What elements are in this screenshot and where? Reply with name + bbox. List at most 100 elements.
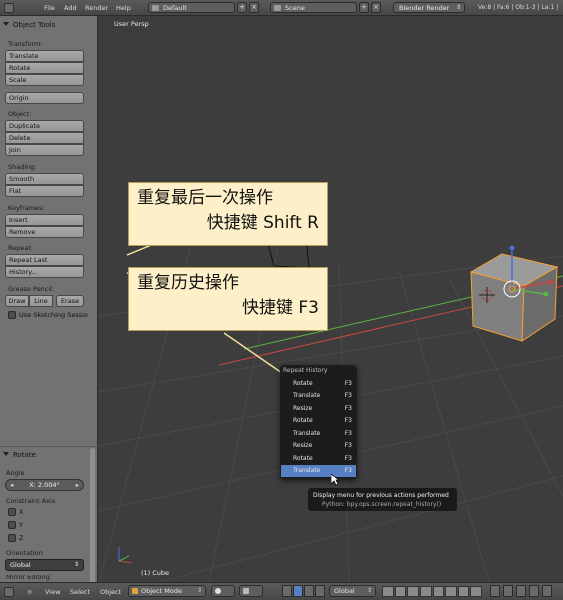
history-item[interactable]: Rotate F3 — [281, 415, 356, 427]
layer-button[interactable] — [432, 586, 445, 597]
panel-title: Object Tools — [13, 21, 56, 29]
translate-button[interactable]: Translate — [5, 50, 84, 62]
pivot-point-selector[interactable] — [239, 585, 263, 597]
grease-draw-button[interactable]: Draw — [5, 295, 29, 307]
remove-keyframe-button[interactable]: Remove — [5, 226, 84, 238]
orientation-select[interactable]: Global ⇕ — [5, 559, 84, 571]
join-button[interactable]: Join — [5, 144, 84, 156]
constraint-y-checkbox[interactable] — [8, 521, 16, 529]
history-item[interactable]: Translate F3 — [281, 390, 356, 402]
editor-type-icon[interactable] — [4, 3, 14, 13]
screen-layout-icon — [152, 5, 159, 11]
scene-selector[interactable]: Scene — [270, 2, 357, 13]
callout-repeat-history: 重复历史操作 快捷键 F3 — [128, 267, 328, 331]
menu-select[interactable]: Select — [70, 588, 90, 596]
lock-layers-icon[interactable] — [490, 585, 500, 597]
cube-object[interactable] — [469, 253, 559, 342]
editor-type-icon[interactable] — [4, 587, 14, 597]
history-item-shortcut: F3 — [344, 405, 352, 412]
menu-view[interactable]: View — [45, 588, 60, 596]
scene-icon — [274, 5, 281, 11]
screen-layout-selector[interactable]: Default — [148, 2, 235, 13]
history-item[interactable]: Rotate F3 — [281, 453, 356, 465]
rotate-panel-header[interactable]: Rotate — [3, 451, 36, 459]
grease-erase-button[interactable]: Erase — [56, 295, 84, 307]
scale-button[interactable]: Scale — [5, 74, 84, 86]
object-tools-panel-header[interactable]: Object Tools — [3, 21, 55, 29]
layer-button[interactable] — [457, 586, 470, 597]
constraint-axis-label: Constraint Axis — [6, 497, 56, 505]
flat-button[interactable]: Flat — [5, 185, 84, 197]
origin-button[interactable]: Origin — [5, 92, 84, 104]
layer-button[interactable] — [445, 586, 457, 597]
duplicate-button[interactable]: Duplicate — [5, 120, 84, 132]
scene-name: Scene — [285, 4, 305, 12]
history-item-label: Rotate — [293, 380, 313, 387]
object-label: Object: — [8, 110, 32, 118]
object-mode-icon — [132, 588, 138, 594]
translate-manipulator-icon[interactable] — [293, 585, 303, 597]
snap-element-icon[interactable] — [529, 585, 539, 597]
insert-keyframe-button[interactable]: Insert — [5, 214, 84, 226]
history-item-label: Rotate — [293, 455, 313, 462]
menu-render[interactable]: Render — [85, 4, 108, 12]
layer-button[interactable] — [419, 586, 432, 597]
delete-layout-button[interactable]: × — [249, 2, 259, 13]
viewport-shading-selector[interactable] — [211, 585, 235, 597]
menu-object[interactable]: Object — [100, 588, 121, 596]
collapse-triangle-icon — [3, 22, 9, 26]
chevron-updown-icon: ⇕ — [366, 587, 372, 594]
add-layout-button[interactable]: + — [237, 2, 247, 13]
keyframes-label: Keyframes: — [8, 204, 45, 212]
history-item[interactable]: Rotate F3 — [281, 378, 356, 390]
axis-orientation-widget — [118, 547, 133, 564]
increment-arrow-icon[interactable]: ▸ — [76, 481, 79, 489]
layer-button[interactable] — [394, 586, 407, 597]
history-item[interactable]: Translate F3 — [281, 428, 356, 440]
active-object-label: (1) Cube — [141, 569, 170, 577]
delete-scene-button[interactable]: × — [371, 2, 381, 13]
mode-selector[interactable]: Object Mode ⇕ — [128, 585, 206, 597]
angle-field[interactable]: ◂ X: 2.004° ▸ — [5, 479, 84, 491]
smooth-button[interactable]: Smooth — [5, 173, 84, 185]
constraint-x-checkbox[interactable] — [8, 508, 16, 516]
scale-manipulator-icon[interactable] — [315, 585, 325, 597]
screen-layout-name: Default — [163, 4, 187, 12]
history-item[interactable]: Resize F3 — [281, 440, 356, 452]
3d-view-header: ⊕ View Select Object Object Mode ⇕ Globa… — [0, 582, 563, 600]
constraint-z-checkbox[interactable] — [8, 534, 16, 542]
layer-button[interactable] — [470, 586, 482, 597]
add-scene-button[interactable]: + — [359, 2, 369, 13]
rotate-manipulator-icon[interactable] — [304, 585, 314, 597]
view-name-label: User Persp — [114, 20, 149, 28]
rotate-button[interactable]: Rotate — [5, 62, 84, 74]
sketching-session-checkbox[interactable] — [8, 311, 16, 319]
chevron-updown-icon: ⇕ — [196, 587, 202, 594]
tooltip-python: Python: bpy.ops.screen.repeat_history() — [322, 501, 442, 508]
transform-orientation-select[interactable]: Global ⇕ — [329, 585, 376, 597]
callout-repeat-last: 重复最后一次操作 快捷键 Shift R — [128, 182, 328, 246]
menu-file[interactable]: File — [44, 4, 55, 12]
render-engine-selector[interactable]: Blender Render ⇕ — [393, 2, 465, 13]
history-item-label: Resize — [293, 405, 313, 412]
proportional-edit-icon[interactable] — [503, 585, 513, 597]
mirror-editing-label: Mirror Editing — [6, 575, 50, 581]
delete-button[interactable]: Delete — [5, 132, 84, 144]
menu-help[interactable]: Help — [116, 4, 131, 12]
repeat-last-button[interactable]: Repeat Last — [5, 254, 84, 266]
grease-line-button[interactable]: Line — [29, 295, 53, 307]
layer-button[interactable] — [382, 586, 394, 597]
render-preview-icon[interactable] — [542, 585, 552, 597]
layer-button[interactable] — [407, 586, 419, 597]
snap-icon[interactable] — [516, 585, 526, 597]
repeat-history-button[interactable]: History... — [5, 266, 84, 278]
manipulator-toggle-icon[interactable] — [282, 585, 292, 597]
history-item-shortcut: F3 — [344, 380, 352, 387]
history-item-selected[interactable]: Translate F3 — [281, 465, 356, 477]
tool-shelf-scrollbar[interactable] — [90, 448, 95, 588]
decrement-arrow-icon[interactable]: ◂ — [10, 481, 13, 489]
menu-add[interactable]: Add — [64, 4, 77, 12]
header-collapse-icon[interactable]: ⊕ — [27, 588, 32, 596]
layer-buttons[interactable] — [382, 586, 482, 597]
history-item[interactable]: Resize F3 — [281, 403, 356, 415]
